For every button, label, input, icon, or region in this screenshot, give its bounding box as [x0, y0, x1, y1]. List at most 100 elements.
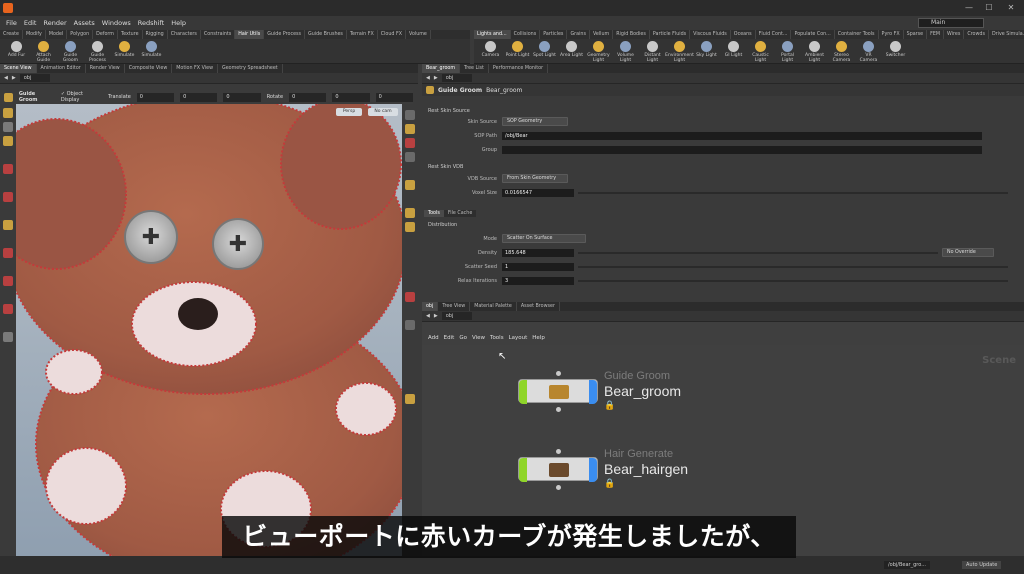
- shelf-tab[interactable]: Pyro FX: [879, 30, 904, 39]
- network-menu-item[interactable]: Tools: [490, 335, 504, 341]
- node-body[interactable]: [518, 379, 598, 404]
- persp-menu[interactable]: Persp: [336, 108, 362, 116]
- translate-x[interactable]: 0: [136, 92, 175, 102]
- shelf-tool-button[interactable]: Stereo Camera: [829, 41, 854, 63]
- shelf-tool-button[interactable]: Point Light: [505, 41, 530, 63]
- shelf-tab[interactable]: Hair Utils: [235, 30, 265, 39]
- grid-icon[interactable]: [405, 152, 415, 162]
- viewport-path[interactable]: obj: [19, 74, 50, 82]
- node-display-flag[interactable]: [519, 380, 527, 404]
- lengthen-tool-icon[interactable]: [3, 248, 13, 258]
- shelf-tab[interactable]: Lights and...: [474, 30, 511, 39]
- menu-assets[interactable]: Assets: [74, 19, 95, 27]
- shelf-tab[interactable]: Rigid Bodies: [613, 30, 650, 39]
- network-menu-item[interactable]: Layout: [509, 335, 528, 341]
- shelf-tab[interactable]: Terrain FX: [347, 30, 378, 39]
- tab-tools[interactable]: Tools: [424, 210, 444, 217]
- pane-tab[interactable]: Tree View: [438, 302, 471, 311]
- desktop-select[interactable]: Main: [918, 18, 984, 28]
- translate-z[interactable]: 0: [223, 92, 261, 102]
- shelf-tool-button[interactable]: Spot Light: [532, 41, 557, 63]
- shelf-tab[interactable]: Model: [46, 30, 68, 39]
- node-display-flag[interactable]: [519, 458, 527, 482]
- sop-path-field[interactable]: /obj/Bear: [502, 132, 982, 140]
- back-icon[interactable]: ◀: [426, 75, 430, 81]
- node-name-field[interactable]: Bear_groom: [486, 87, 522, 94]
- shelf-tool-button[interactable]: Simulate: [139, 41, 164, 63]
- voxel-size-field[interactable]: 0.0166547: [502, 189, 574, 197]
- shelf-tab[interactable]: Particles: [540, 30, 568, 39]
- shelf-tool-button[interactable]: Switcher: [883, 41, 908, 63]
- brush-tool-icon[interactable]: [3, 136, 13, 146]
- curl-tool-icon[interactable]: [3, 304, 13, 314]
- smooth-tool-icon[interactable]: [3, 276, 13, 286]
- maximize-button[interactable]: ☐: [982, 2, 996, 14]
- shelf-tab[interactable]: Create: [0, 30, 23, 39]
- group-field[interactable]: [502, 146, 982, 154]
- shelf-tab[interactable]: Vellum: [590, 30, 614, 39]
- rotate-z[interactable]: 0: [375, 92, 413, 102]
- shelf-tab[interactable]: Guide Brushes: [305, 30, 347, 39]
- shelf-tab[interactable]: Oceans: [731, 30, 756, 39]
- node-render-flag[interactable]: [589, 458, 597, 482]
- guides-icon[interactable]: [405, 292, 415, 302]
- frizz-tool-icon[interactable]: [3, 332, 13, 342]
- shelf-tool-button[interactable]: Add Fur: [4, 41, 29, 63]
- relax-iterations-slider[interactable]: [578, 280, 1008, 282]
- shelf-tab[interactable]: Wires: [944, 30, 965, 39]
- shelf-tool-button[interactable]: Camera: [478, 41, 503, 63]
- network-menu-item[interactable]: Add: [428, 335, 439, 341]
- shelf-tab[interactable]: Collisions: [511, 30, 541, 39]
- translate-y[interactable]: 0: [180, 92, 218, 102]
- close-button[interactable]: ✕: [1004, 2, 1018, 14]
- node-name-label[interactable]: Bear_groom: [604, 383, 681, 399]
- viewport-3d[interactable]: ✚ ✚ Persp No cam: [16, 104, 402, 556]
- network-menu-item[interactable]: View: [472, 335, 485, 341]
- pane-tab[interactable]: Performance Monitor: [489, 64, 549, 73]
- shelf-tool-button[interactable]: Guide Process: [85, 41, 110, 63]
- menu-help[interactable]: Help: [171, 19, 186, 27]
- pane-tab[interactable]: Animation Editor: [37, 64, 86, 73]
- vdb-source-menu[interactable]: From Skin Geometry: [502, 174, 568, 183]
- shelf-tab[interactable]: Viscous Fluids: [690, 30, 731, 39]
- pane-tab[interactable]: Tree List: [460, 64, 489, 73]
- wireframe-icon[interactable]: [405, 208, 415, 218]
- forward-icon[interactable]: ▶: [434, 75, 438, 81]
- snap-icon[interactable]: [405, 138, 415, 148]
- shelf-tool-button[interactable]: Area Light: [559, 41, 584, 63]
- menu-redshift[interactable]: Redshift: [138, 19, 164, 27]
- node-output[interactable]: [556, 407, 561, 412]
- pane-tab[interactable]: Geometry Spreadsheet: [218, 64, 283, 73]
- shelf-tab[interactable]: Sparse: [904, 30, 928, 39]
- shelf-tool-button[interactable]: Ambient Light: [802, 41, 827, 63]
- pane-tab[interactable]: Asset Browser: [517, 302, 560, 311]
- node-input[interactable]: [556, 449, 561, 454]
- relax-iterations-field[interactable]: 3: [502, 277, 574, 285]
- shelf-tab[interactable]: Characters: [168, 30, 201, 39]
- shelf-tab[interactable]: Drive Simula...: [989, 30, 1024, 39]
- shelf-tab[interactable]: FEM: [927, 30, 945, 39]
- shelf-tab[interactable]: Fluid Cont...: [756, 30, 792, 39]
- node-body[interactable]: [518, 457, 598, 482]
- scatter-seed-slider[interactable]: [578, 266, 1008, 268]
- node-output[interactable]: [556, 485, 561, 490]
- forward-icon[interactable]: ▶: [12, 75, 16, 81]
- shelf-tab[interactable]: Constraints: [201, 30, 236, 39]
- pane-tab[interactable]: Material Palette: [470, 302, 517, 311]
- back-icon[interactable]: ◀: [426, 313, 430, 319]
- shelf-tab[interactable]: Polygon: [67, 30, 94, 39]
- shelf-tab[interactable]: Modify: [23, 30, 46, 39]
- select-tool-icon[interactable]: [3, 108, 13, 118]
- shading-icon[interactable]: [405, 180, 415, 190]
- shelf-tab[interactable]: Cloud FX: [378, 30, 407, 39]
- shelf-tool-button[interactable]: Volume Light: [613, 41, 638, 63]
- network-menu-item[interactable]: Go: [459, 335, 467, 341]
- node-render-flag[interactable]: [589, 380, 597, 404]
- menu-edit[interactable]: Edit: [24, 19, 37, 27]
- shelf-tool-button[interactable]: Geometry Light: [586, 41, 611, 63]
- tab-file-cache[interactable]: File Cache: [443, 210, 477, 217]
- menu-file[interactable]: File: [6, 19, 17, 27]
- shelf-tool-button[interactable]: Guide Groom: [58, 41, 83, 63]
- cut-tool-icon[interactable]: [3, 220, 13, 230]
- network-menu-item[interactable]: Edit: [444, 335, 455, 341]
